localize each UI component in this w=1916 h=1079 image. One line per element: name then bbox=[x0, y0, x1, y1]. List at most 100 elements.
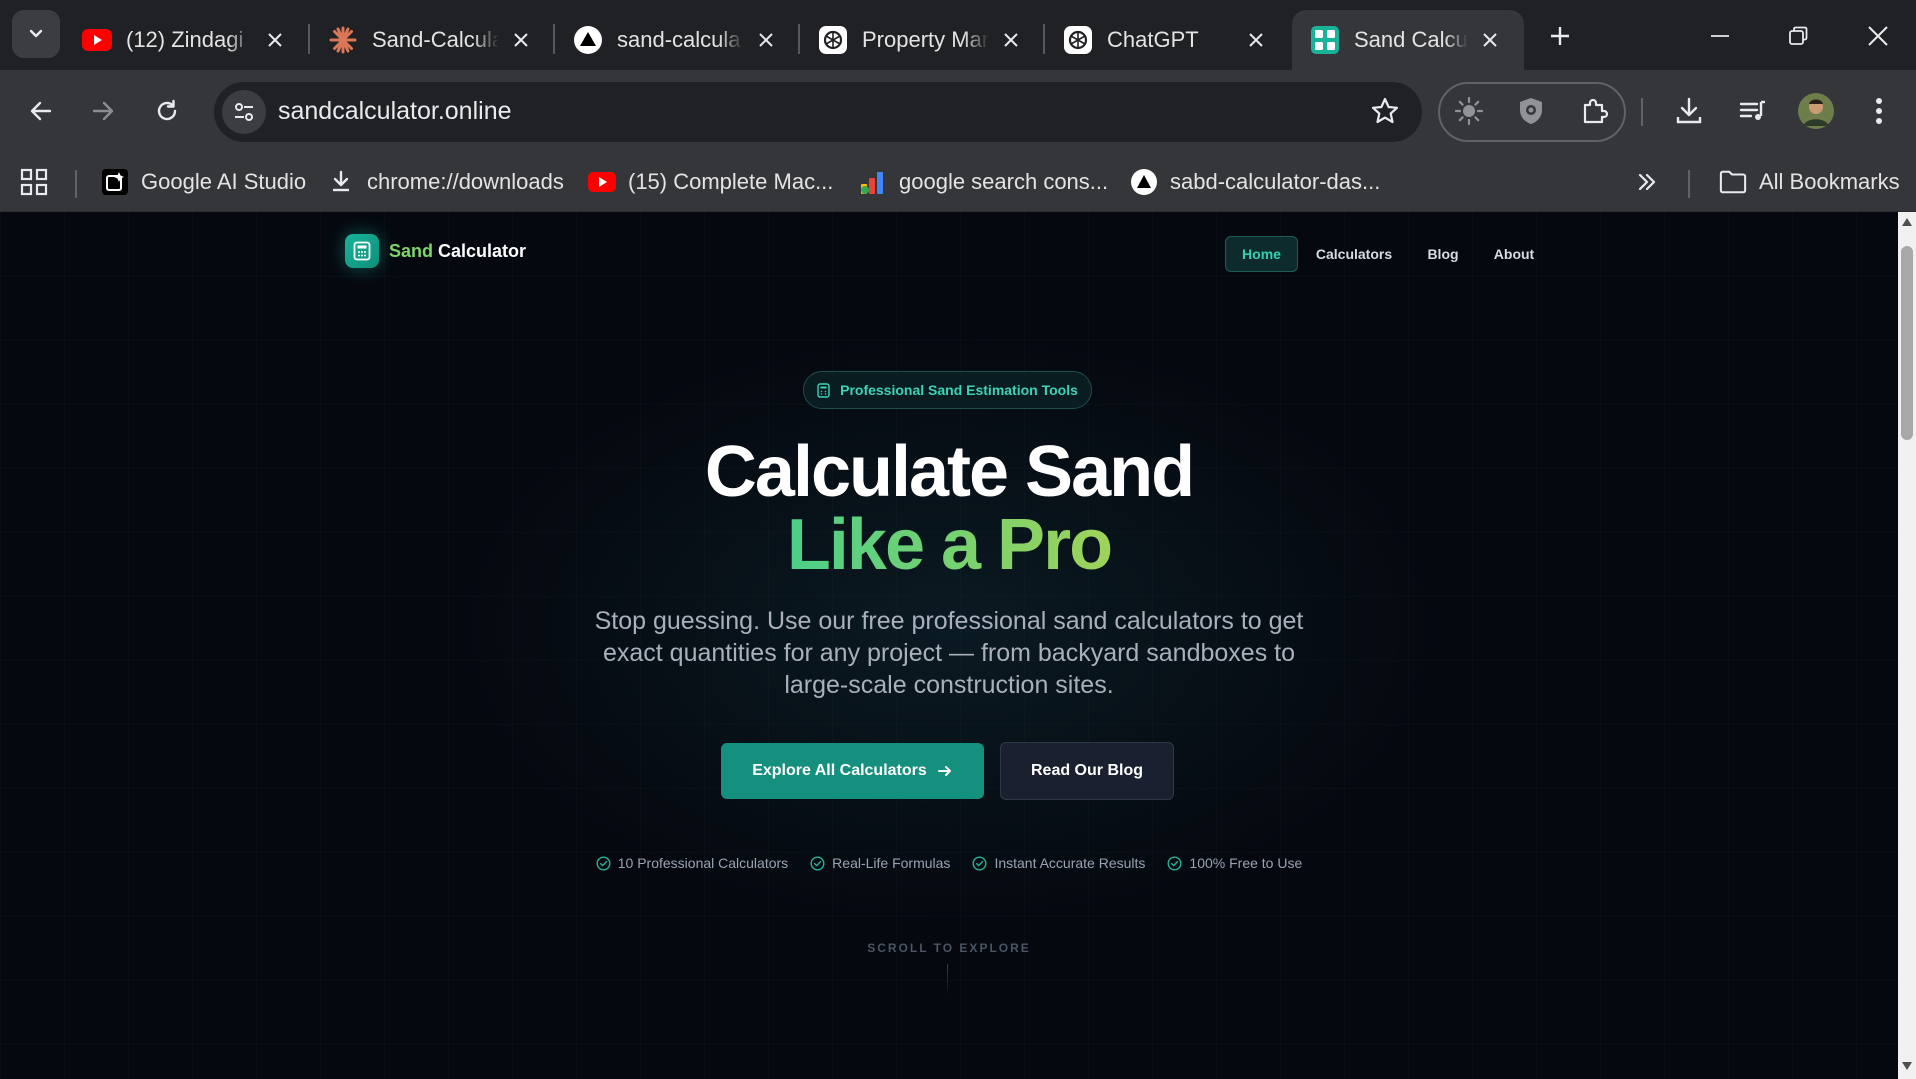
apps-button[interactable] bbox=[20, 164, 48, 200]
nav-about[interactable]: About bbox=[1484, 236, 1544, 272]
restore-icon bbox=[1789, 26, 1808, 45]
close-icon[interactable] bbox=[1476, 26, 1504, 54]
media-control-button[interactable] bbox=[1730, 88, 1776, 134]
nav-calculators[interactable]: Calculators bbox=[1308, 236, 1400, 272]
queue-music-icon bbox=[1739, 100, 1765, 120]
hero-title-line2: Like a Pro bbox=[0, 509, 1898, 581]
feature-item: 10 Professional Calculators bbox=[596, 855, 788, 871]
profile-avatar[interactable] bbox=[1793, 88, 1839, 134]
downloads-button[interactable] bbox=[1666, 88, 1712, 134]
download-icon bbox=[327, 168, 355, 196]
bookmark-star-icon[interactable] bbox=[1370, 96, 1400, 131]
all-bookmarks-button[interactable]: All Bookmarks bbox=[1719, 164, 1900, 200]
minimize-button[interactable] bbox=[1690, 14, 1750, 58]
read-blog-label: Read Our Blog bbox=[1030, 762, 1143, 779]
bookmark-chrome-downloads[interactable]: chrome://downloads bbox=[327, 164, 564, 200]
vercel-icon bbox=[573, 25, 603, 55]
close-icon[interactable] bbox=[997, 26, 1025, 54]
tune-icon bbox=[235, 103, 253, 121]
sun-icon bbox=[1454, 96, 1484, 126]
feature-label: Real-Life Formulas bbox=[832, 855, 951, 871]
check-circle-icon bbox=[810, 855, 825, 871]
bookmark-label: google search cons... bbox=[899, 169, 1109, 194]
close-icon bbox=[1868, 26, 1888, 46]
close-window-button[interactable] bbox=[1848, 14, 1908, 58]
scroll-down-arrow-icon[interactable] bbox=[1902, 1062, 1912, 1070]
site-logo[interactable]: Sand Calculator bbox=[345, 234, 526, 268]
calculator-icon bbox=[817, 382, 830, 398]
dark-reader-extension[interactable] bbox=[1446, 88, 1492, 134]
explore-calculators-button[interactable]: Explore All Calculators bbox=[721, 743, 984, 799]
tab-title: sand-calcula bbox=[617, 27, 741, 52]
close-icon[interactable] bbox=[1242, 26, 1270, 54]
calculator-icon bbox=[345, 234, 379, 268]
chatgpt-icon bbox=[1063, 25, 1093, 55]
bookmarks-bar: Google AI Studio chrome://downloads (15)… bbox=[0, 152, 1916, 212]
feature-label: 100% Free to Use bbox=[1189, 855, 1303, 871]
chevron-down-icon bbox=[29, 29, 43, 38]
tab-property-mar[interactable]: Property Mar bbox=[800, 10, 1045, 70]
tab-youtube-zindagi[interactable]: (12) Zindagi bbox=[64, 10, 309, 70]
folder-icon bbox=[1719, 168, 1747, 196]
scroll-up-arrow-icon[interactable] bbox=[1902, 218, 1912, 226]
reload-icon bbox=[157, 99, 177, 121]
tab-sand-calcula-active[interactable]: Sand Calcula bbox=[1292, 10, 1524, 70]
page-scrollbar[interactable] bbox=[1898, 212, 1916, 1079]
reload-button[interactable] bbox=[144, 88, 190, 134]
bookmark-google-ai-studio[interactable]: Google AI Studio bbox=[101, 164, 306, 200]
nav-home[interactable]: Home bbox=[1225, 236, 1298, 272]
restore-button[interactable] bbox=[1768, 14, 1828, 58]
hero-title-line1: Calculate Sand bbox=[704, 432, 1195, 512]
youtube-icon bbox=[588, 168, 616, 196]
url-text[interactable]: sandcalculator.online bbox=[278, 97, 512, 126]
chatgpt-icon bbox=[818, 25, 848, 55]
download-icon bbox=[1676, 97, 1702, 124]
bookmark-separator bbox=[1688, 170, 1690, 198]
tab-sand-calcula-vercel[interactable]: sand-calcula bbox=[555, 10, 800, 70]
claude-icon bbox=[328, 25, 358, 55]
extensions-button[interactable] bbox=[1572, 88, 1618, 134]
bookmark-youtube-complete-mac[interactable]: (15) Complete Mac... bbox=[588, 164, 833, 200]
shield-extension[interactable] bbox=[1508, 88, 1554, 134]
close-icon[interactable] bbox=[752, 26, 780, 54]
youtube-icon bbox=[82, 25, 112, 55]
arrow-right-icon bbox=[937, 763, 953, 779]
bookmark-label: (15) Complete Mac... bbox=[628, 169, 834, 194]
chrome-menu-button[interactable] bbox=[1856, 88, 1902, 134]
forward-button[interactable] bbox=[80, 88, 126, 134]
feature-label: 10 Professional Calculators bbox=[617, 855, 789, 871]
nav-blog[interactable]: Blog bbox=[1412, 236, 1474, 272]
feature-label: Instant Accurate Results bbox=[994, 855, 1146, 871]
site-info-button[interactable] bbox=[222, 90, 266, 134]
tab-title: Sand Calcula bbox=[1354, 27, 1468, 52]
arrow-right-icon bbox=[92, 101, 114, 121]
check-circle-icon bbox=[1167, 855, 1182, 871]
search-console-icon bbox=[859, 168, 887, 196]
scroll-indicator-line bbox=[947, 964, 948, 996]
puzzle-icon bbox=[1583, 98, 1609, 124]
ai-studio-icon bbox=[101, 168, 129, 196]
tab-search-button[interactable] bbox=[12, 10, 60, 58]
back-button[interactable] bbox=[18, 88, 64, 134]
bookmark-sabd-calculator-dashboard[interactable]: sabd-calculator-das... bbox=[1130, 164, 1380, 200]
bookmarks-overflow-button[interactable] bbox=[1636, 164, 1658, 200]
brand-word-sand: Sand bbox=[389, 240, 434, 261]
scroll-hint: SCROLL TO EXPLORE bbox=[867, 941, 1031, 955]
explore-calculators-label: Explore All Calculators bbox=[752, 762, 927, 779]
hero-badge-label: Professional Sand Estimation Tools bbox=[840, 382, 1078, 398]
close-icon[interactable] bbox=[507, 26, 535, 54]
tab-title: Property Mar bbox=[862, 27, 989, 52]
tab-title: (12) Zindagi bbox=[126, 27, 244, 52]
read-blog-button[interactable]: Read Our Blog bbox=[1000, 742, 1174, 800]
close-icon[interactable] bbox=[261, 26, 289, 54]
bookmark-google-search-console[interactable]: google search cons... bbox=[859, 164, 1108, 200]
check-circle-icon bbox=[972, 855, 987, 871]
tab-sand-calcula-claude[interactable]: Sand-Calcula bbox=[310, 10, 555, 70]
toolbar-separator bbox=[1641, 98, 1643, 126]
new-tab-button[interactable] bbox=[1530, 14, 1590, 58]
tab-chatgpt[interactable]: ChatGPT bbox=[1045, 10, 1290, 70]
avatar-icon bbox=[1798, 93, 1834, 129]
scrollbar-thumb[interactable] bbox=[1901, 246, 1913, 440]
address-bar[interactable]: sandcalculator.online bbox=[214, 82, 1422, 142]
minimize-icon bbox=[1711, 35, 1729, 37]
